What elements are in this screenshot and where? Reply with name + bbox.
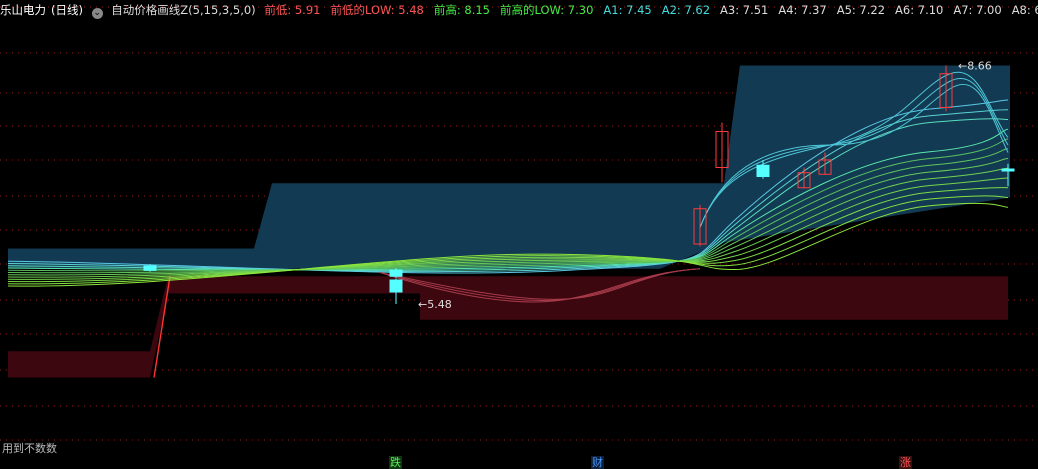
indicator-value-number: 5.48 <box>398 3 424 17</box>
indicator-value-number: 5.91 <box>294 3 321 17</box>
indicator-value-label: A4: <box>778 3 802 17</box>
indicator-header: 乐山电力 (日线) ⌄ 自动价格画线Z(5,15,3,5,0) 前低: 5.91 前… <box>0 0 1038 20</box>
indicator-value-number: 7.51 <box>742 3 769 17</box>
price-annotation-1: ←5.48 <box>418 298 452 311</box>
indicator-value-number: 7.30 <box>567 3 594 17</box>
signal-markers-row: 用到不数数 跌 财 涨 <box>0 438 1038 469</box>
lower-price-band <box>8 276 1008 378</box>
price-bands <box>8 65 1010 378</box>
period-label: (日线) <box>51 3 83 17</box>
settings-icon[interactable]: ⌄ <box>91 8 103 19</box>
indicator-value-number: 6.91 <box>1034 3 1038 17</box>
indicator-value-label: 前高: <box>433 3 465 17</box>
indicator-value-number: 7.22 <box>859 3 886 17</box>
candle-body-9 <box>1001 168 1015 172</box>
indicator-value-label: A8: <box>1011 3 1035 17</box>
indicator-value-number: 7.45 <box>626 3 652 17</box>
indicator-value-label: A3: <box>720 3 743 17</box>
indicator-value-label: A1: <box>603 3 627 17</box>
indicator-value-4: A1: 7.45 <box>603 3 656 17</box>
indicator-value-8: A5: 7.22 <box>837 3 890 17</box>
candle-body-2 <box>389 279 403 293</box>
indicator-value-number: 7.10 <box>917 3 944 17</box>
indicator-value-label: A7: <box>953 3 977 17</box>
indicator-value-0: 前低: 5.91 <box>264 3 325 17</box>
candle-body-1 <box>389 269 403 277</box>
indicator-value-number: 7.00 <box>976 3 1002 17</box>
indicator-value-label: A2: <box>661 3 685 17</box>
indicator-value-number: 7.62 <box>684 3 711 17</box>
indicator-value-number: 7.37 <box>801 3 827 17</box>
signal-marker-1: 财 <box>591 456 604 469</box>
upper-price-band <box>8 65 1010 269</box>
indicator-value-label: 前低的LOW: <box>330 3 399 17</box>
indicator-value-7: A4: 7.37 <box>778 3 831 17</box>
indicator-value-5: A2: 7.62 <box>662 3 715 17</box>
indicator-value-number: 8.15 <box>464 3 490 17</box>
indicator-name[interactable]: 自动价格画线Z(5,15,3,5,0) <box>111 3 255 17</box>
stock-name[interactable]: 乐山电力 <box>0 3 46 17</box>
indicator-value-label: 前低: <box>264 3 295 17</box>
indicator-value-10: A7: 7.00 <box>953 3 1006 17</box>
indicator-value-label: A6: <box>895 3 918 17</box>
indicator-values: 前低: 5.91 前低的LOW: 5.48 前高: 8.15 前高的LOW: 7.30… <box>264 3 1038 17</box>
price-annotation-0: ←8.66 <box>958 60 992 73</box>
indicator-value-11: A8: 6.91 <box>1012 3 1038 17</box>
indicator-value-9: A6: 7.10 <box>895 3 948 17</box>
candle-body-0 <box>143 265 157 271</box>
indicator-value-2: 前高: 8.15 <box>434 3 495 17</box>
signal-marker-0: 跌 <box>389 456 402 469</box>
indicator-value-1: 前低的LOW: 5.48 <box>330 3 428 17</box>
candle-body-5 <box>756 164 770 177</box>
indicator-value-3: 前高的LOW: 7.30 <box>500 3 598 17</box>
indicator-value-label: 前高的LOW: <box>500 3 568 17</box>
signal-marker-2: 涨 <box>899 456 912 469</box>
cut-off-footer-text: 用到不数数 <box>2 442 57 455</box>
indicator-value-label: A5: <box>836 3 860 17</box>
price-chart[interactable]: ←8.66 ←5.48 <box>0 0 1038 468</box>
indicator-value-6: A3: 7.51 <box>720 3 773 17</box>
